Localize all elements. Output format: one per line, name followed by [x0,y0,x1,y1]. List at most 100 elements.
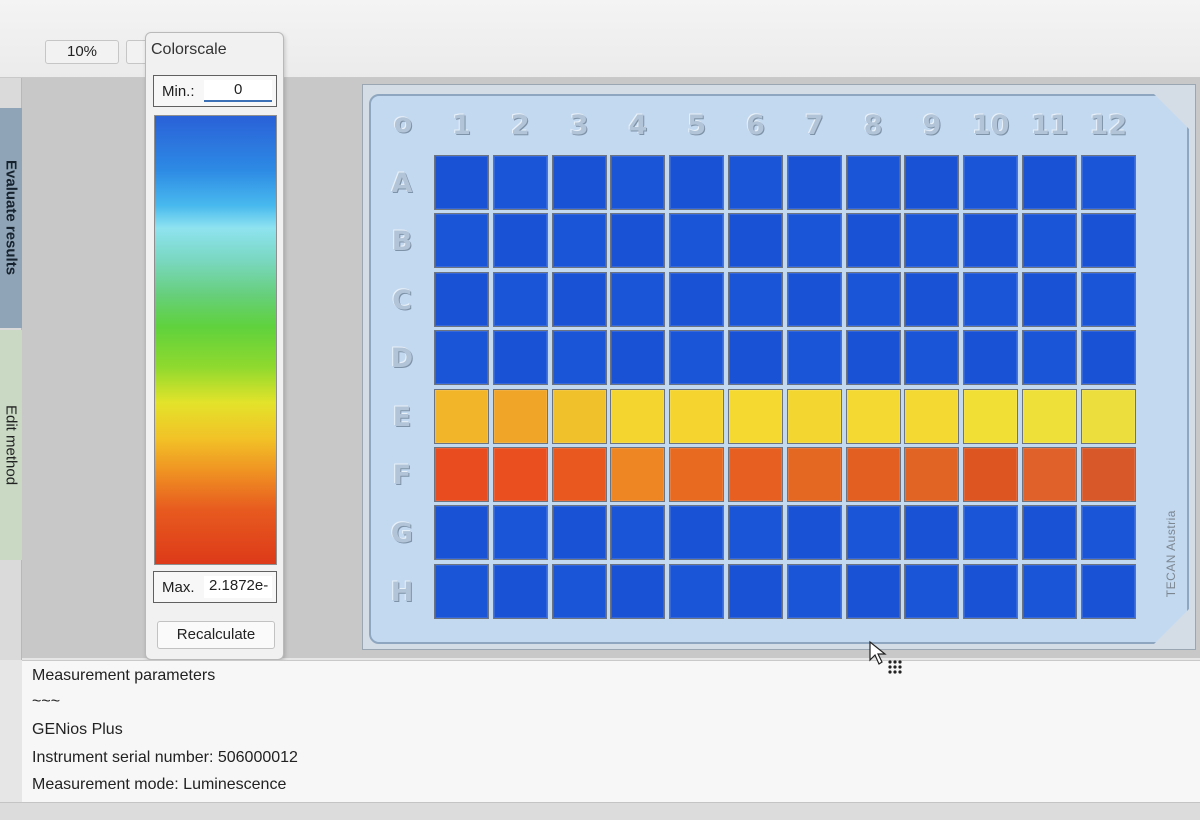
well-D6[interactable] [728,330,783,386]
well-G11[interactable] [1022,505,1077,561]
well-D10[interactable] [963,330,1019,386]
well-F11[interactable] [1022,447,1077,502]
well-B6[interactable] [728,213,783,269]
well-F3[interactable] [551,447,607,502]
well-E12[interactable] [1080,388,1136,444]
well-G6[interactable] [728,505,783,561]
well-H1[interactable] [434,563,489,619]
well-H12[interactable] [1080,563,1136,619]
well-F5[interactable] [669,447,725,502]
well-A3[interactable] [551,155,607,210]
well-E4[interactable] [610,388,666,444]
well-H9[interactable] [904,563,960,619]
tab-evaluate-results[interactable]: Evaluate results [0,108,22,328]
well-E5[interactable] [669,388,725,444]
well-H3[interactable] [551,563,607,619]
well-C2[interactable] [492,271,548,327]
well-A2[interactable] [492,155,548,210]
well-G5[interactable] [669,505,725,561]
well-B9[interactable] [904,213,960,269]
well-E2[interactable] [492,388,548,444]
well-H4[interactable] [610,563,666,619]
well-D1[interactable] [434,330,489,386]
well-E7[interactable] [786,388,842,444]
well-G3[interactable] [551,505,607,561]
well-C5[interactable] [669,271,725,327]
well-F6[interactable] [728,447,783,502]
well-E10[interactable] [963,388,1019,444]
well-B11[interactable] [1022,213,1077,269]
well-B8[interactable] [845,213,901,269]
well-A10[interactable] [963,155,1019,210]
well-H6[interactable] [728,563,783,619]
zoom-button[interactable]: 10% [45,40,119,64]
well-A7[interactable] [786,155,842,210]
well-F2[interactable] [492,447,548,502]
well-H7[interactable] [786,563,842,619]
well-F8[interactable] [845,447,901,502]
well-A11[interactable] [1022,155,1077,210]
recalculate-button[interactable]: Recalculate [157,621,275,649]
well-E1[interactable] [434,388,489,444]
well-D2[interactable] [492,330,548,386]
well-F7[interactable] [786,447,842,502]
well-C6[interactable] [728,271,783,327]
well-G2[interactable] [492,505,548,561]
well-C10[interactable] [963,271,1019,327]
well-G12[interactable] [1080,505,1136,561]
well-E3[interactable] [551,388,607,444]
well-D8[interactable] [845,330,901,386]
well-G4[interactable] [610,505,666,561]
well-D3[interactable] [551,330,607,386]
well-A8[interactable] [845,155,901,210]
well-B7[interactable] [786,213,842,269]
well-C1[interactable] [434,271,489,327]
well-F9[interactable] [904,447,960,502]
well-H8[interactable] [845,563,901,619]
well-D5[interactable] [669,330,725,386]
well-H5[interactable] [669,563,725,619]
well-D9[interactable] [904,330,960,386]
well-A5[interactable] [669,155,725,210]
well-B4[interactable] [610,213,666,269]
well-B12[interactable] [1080,213,1136,269]
well-B3[interactable] [551,213,607,269]
min-input[interactable]: 0 [204,80,272,102]
well-C9[interactable] [904,271,960,327]
well-H11[interactable] [1022,563,1077,619]
well-G1[interactable] [434,505,489,561]
well-A6[interactable] [728,155,783,210]
well-D7[interactable] [786,330,842,386]
well-G7[interactable] [786,505,842,561]
max-input[interactable]: 2.1872e- [204,576,272,598]
tab-edit-method[interactable]: Edit method [0,330,22,560]
well-F12[interactable] [1080,447,1136,502]
well-D12[interactable] [1080,330,1136,386]
well-G9[interactable] [904,505,960,561]
well-C3[interactable] [551,271,607,327]
well-F10[interactable] [963,447,1019,502]
well-H10[interactable] [963,563,1019,619]
well-B5[interactable] [669,213,725,269]
well-B1[interactable] [434,213,489,269]
well-C12[interactable] [1080,271,1136,327]
well-C11[interactable] [1022,271,1077,327]
well-D4[interactable] [610,330,666,386]
well-D11[interactable] [1022,330,1077,386]
well-A12[interactable] [1080,155,1136,210]
well-B2[interactable] [492,213,548,269]
well-F4[interactable] [610,447,666,502]
well-G10[interactable] [963,505,1019,561]
well-F1[interactable] [434,447,489,502]
well-E8[interactable] [845,388,901,444]
well-A9[interactable] [904,155,960,210]
well-B10[interactable] [963,213,1019,269]
well-A1[interactable] [434,155,489,210]
well-C7[interactable] [786,271,842,327]
well-E6[interactable] [728,388,783,444]
well-G8[interactable] [845,505,901,561]
well-C8[interactable] [845,271,901,327]
well-E11[interactable] [1022,388,1077,444]
well-C4[interactable] [610,271,666,327]
well-H2[interactable] [492,563,548,619]
